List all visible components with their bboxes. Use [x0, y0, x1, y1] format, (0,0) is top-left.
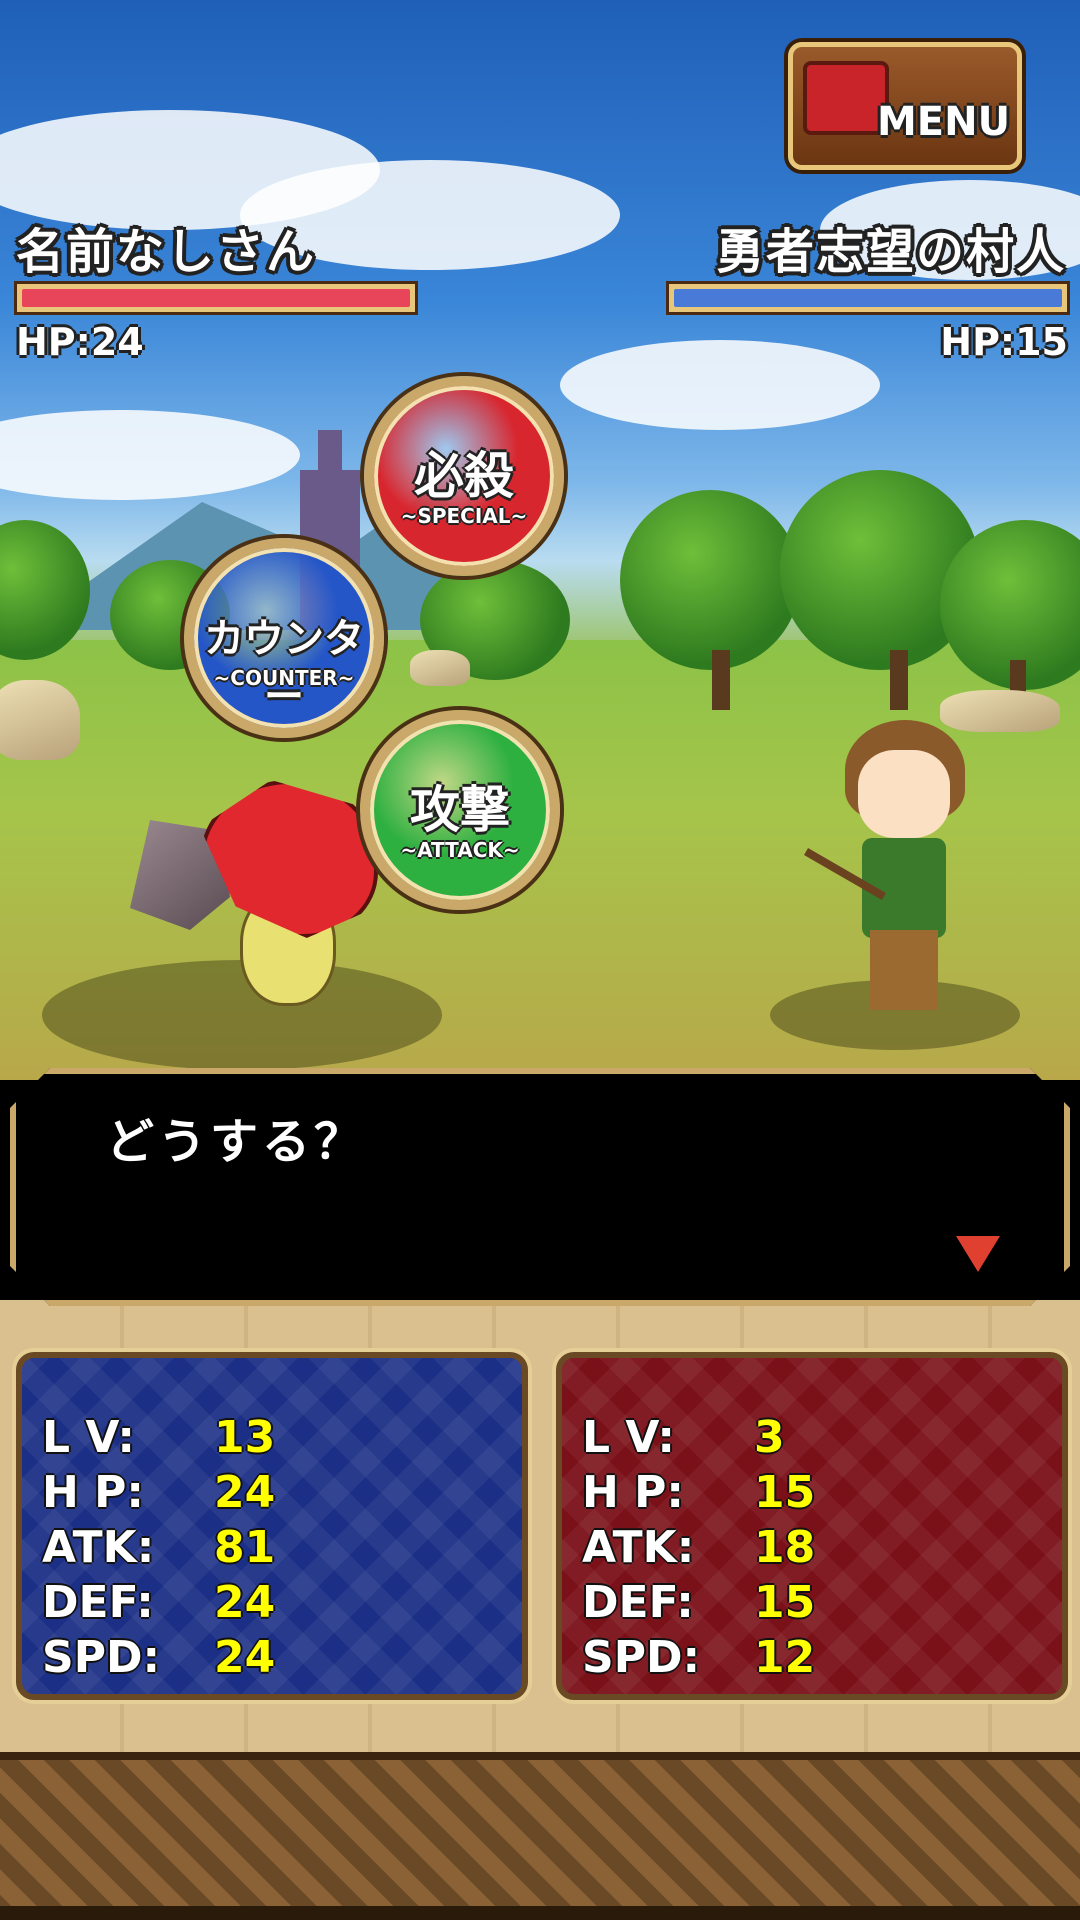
- enemy-villager: [800, 720, 1000, 1020]
- special-label-jp: 必殺: [414, 447, 514, 505]
- stat-label: SPD:: [42, 1632, 161, 1683]
- player-hp-fill: [22, 289, 410, 307]
- stat-label: ATK:: [42, 1522, 155, 1573]
- stat-label: L V:: [582, 1412, 676, 1463]
- menu-label: MENU: [877, 99, 1011, 145]
- villager-face: [858, 750, 950, 838]
- enemy-hp-text: HP:15: [940, 320, 1068, 364]
- enemy-hp-bar: [666, 281, 1070, 315]
- stat-value: 15: [754, 1577, 816, 1628]
- villager-legs: [870, 930, 938, 1010]
- special-label-en: ~SPECIAL~: [400, 504, 528, 528]
- cloud: [560, 340, 880, 430]
- counter-label-en: ~COUNTER~: [213, 666, 355, 690]
- stat-label: SPD:: [582, 1632, 701, 1683]
- tree-trunk: [712, 650, 730, 710]
- stat-label: H P:: [42, 1467, 144, 1518]
- stat-label: H P:: [582, 1467, 684, 1518]
- menu-button[interactable]: MENU: [788, 42, 1022, 170]
- player-monster: [130, 760, 378, 1020]
- stat-value: 3: [754, 1412, 785, 1463]
- footer-decoration: [0, 1752, 1080, 1920]
- stat-label: DEF:: [582, 1577, 694, 1628]
- rock: [410, 650, 470, 686]
- stat-value: 13: [214, 1412, 276, 1463]
- stat-value: 15: [754, 1467, 816, 1518]
- dialog-box[interactable]: どうする？: [10, 1068, 1070, 1306]
- attack-button[interactable]: 攻撃 ~ATTACK~: [360, 710, 560, 910]
- dialog-message: どうする？: [106, 1114, 367, 1170]
- stat-value: 24: [214, 1577, 276, 1628]
- enemy-hp-fill: [674, 289, 1062, 307]
- stat-label: DEF:: [42, 1577, 154, 1628]
- enemy-name: 勇者志望の村人: [715, 224, 1066, 280]
- cloud: [0, 410, 300, 500]
- stat-label: L V:: [42, 1412, 136, 1463]
- counter-label-jp: カウンター: [204, 616, 364, 720]
- attack-label-en: ~ATTACK~: [400, 838, 520, 862]
- player-hp-bar: [14, 281, 418, 315]
- attack-label-jp: 攻撃: [410, 781, 510, 839]
- monster-hood: [200, 780, 378, 938]
- rock: [0, 680, 80, 760]
- stat-value: 12: [754, 1632, 816, 1683]
- advance-arrow-icon: [956, 1236, 1000, 1272]
- stat-label: ATK:: [582, 1522, 695, 1573]
- stat-value: 24: [214, 1632, 276, 1683]
- player-hp-text: HP:24: [16, 320, 144, 364]
- tree: [620, 490, 800, 670]
- player-name: 名前なしさん: [16, 224, 317, 280]
- tree: [0, 520, 90, 660]
- tree-trunk: [890, 650, 908, 710]
- special-button[interactable]: 必殺 ~SPECIAL~: [364, 376, 564, 576]
- stat-value: 81: [214, 1522, 276, 1573]
- player-stats-panel: L V: 13 H P: 24 ATK: 81 DEF: 24 SPD: 24: [16, 1352, 528, 1700]
- counter-button[interactable]: カウンター ~COUNTER~: [184, 538, 384, 738]
- stat-value: 18: [754, 1522, 816, 1573]
- stat-value: 24: [214, 1467, 276, 1518]
- enemy-stats-panel: L V: 3 H P: 15 ATK: 18 DEF: 15 SPD: 12: [556, 1352, 1068, 1700]
